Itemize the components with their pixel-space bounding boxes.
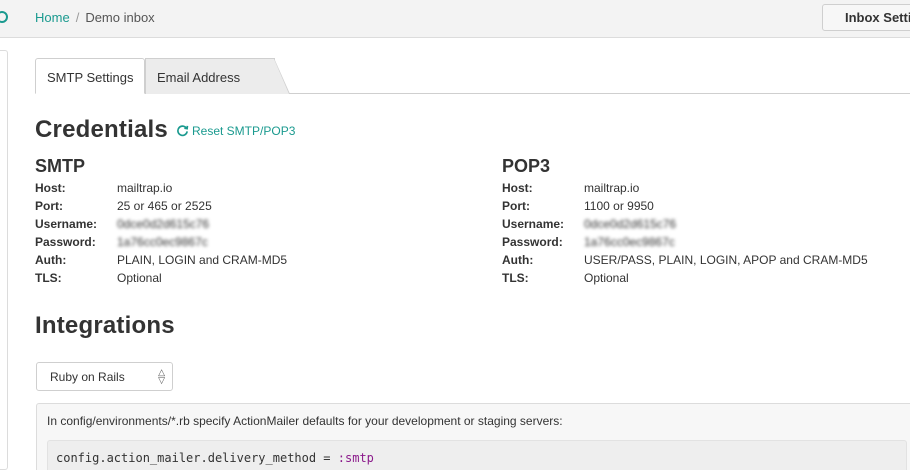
smtp-tls-row: TLS: Optional xyxy=(35,271,287,289)
smtp-tls-value: Optional xyxy=(117,271,162,285)
integration-instructions: In config/environments/*.rb specify Acti… xyxy=(47,414,563,428)
refresh-icon xyxy=(177,125,189,137)
pop3-auth-label: Auth: xyxy=(502,253,534,267)
pop3-username-label: Username: xyxy=(502,217,565,231)
pop3-host-row: Host: mailtrap.io xyxy=(502,181,868,199)
breadcrumb: Home / Demo inbox xyxy=(35,10,155,25)
smtp-port-value: 25 or 465 or 2525 xyxy=(117,199,212,213)
integration-select-value: Ruby on Rails xyxy=(50,370,125,384)
smtp-auth-row: Auth: PLAIN, LOGIN and CRAM-MD5 xyxy=(35,253,287,271)
tab-bar: SMTP Settings Email Address xyxy=(35,58,910,94)
pop3-host-label: Host: xyxy=(502,181,533,195)
top-bar: Home / Demo inbox Inbox Settings xyxy=(0,0,910,38)
pop3-username-row: Username: 0dce0d2d615c76 xyxy=(502,217,868,235)
code-text: config.action_mailer.delivery_method = xyxy=(56,451,338,465)
smtp-auth-value: PLAIN, LOGIN and CRAM-MD5 xyxy=(117,253,288,267)
integration-panel: In config/environments/*.rb specify Acti… xyxy=(36,403,910,470)
inbox-settings-button[interactable]: Inbox Settings xyxy=(822,4,910,31)
smtp-heading: SMTP xyxy=(35,156,86,176)
pop3-password-label: Password: xyxy=(502,235,563,249)
tab-smtp-settings[interactable]: SMTP Settings xyxy=(35,58,145,94)
pop3-auth-value: USER/PASS, PLAIN, LOGIN, APOP and CRAM-M… xyxy=(584,253,868,267)
smtp-credentials: SMTP Host: mailtrap.io Port: 25 or 465 or … xyxy=(35,156,287,289)
smtp-password-label: Password: xyxy=(35,235,96,249)
tab-email-address[interactable]: Email Address xyxy=(145,58,290,94)
breadcrumb-home-link[interactable]: Home xyxy=(35,10,70,25)
pop3-port-value: 1100 or 9950 xyxy=(584,199,654,213)
pop3-port-label: Port: xyxy=(502,199,530,213)
pop3-host-value: mailtrap.io xyxy=(584,181,640,195)
smtp-username-row: Username: 0dce0d2d615c76 xyxy=(35,217,287,235)
pop3-password-value: 1a76cc0ec9867c xyxy=(584,235,675,249)
pop3-username-value: 0dce0d2d615c76 xyxy=(584,217,677,231)
smtp-port-row: Port: 25 or 465 or 2525 xyxy=(35,199,287,217)
smtp-port-label: Port: xyxy=(35,199,63,213)
pop3-credentials: POP3 Host: mailtrap.io Port: 1100 or 9950 … xyxy=(502,156,868,289)
pop3-auth-row: Auth: USER/PASS, PLAIN, LOGIN, APOP and C… xyxy=(502,253,868,271)
code-block[interactable]: config.action_mailer.delivery_method = :… xyxy=(47,440,907,470)
smtp-auth-label: Auth: xyxy=(35,253,67,267)
integration-select[interactable]: Ruby on Rails △ ▽ xyxy=(36,362,173,391)
select-arrows-icon: △ ▽ xyxy=(158,367,165,385)
refresh-icon[interactable] xyxy=(0,9,10,25)
pop3-tls-row: TLS: Optional xyxy=(502,271,868,289)
smtp-tls-label: TLS: xyxy=(35,271,62,285)
pop3-tls-value: Optional xyxy=(584,271,629,285)
breadcrumb-separator: / xyxy=(75,10,80,25)
credentials-heading: Credentials xyxy=(35,116,168,143)
sidebar-edge xyxy=(0,50,8,470)
smtp-password-value: 1a76cc0ec9867c xyxy=(117,235,208,249)
smtp-host-value: mailtrap.io xyxy=(117,181,173,195)
integrations-heading: Integrations xyxy=(35,312,175,339)
pop3-password-row: Password: 1a76cc0ec9867c xyxy=(502,235,868,253)
reset-smtp-pop3-link[interactable]: Reset SMTP/POP3 xyxy=(176,124,295,138)
smtp-username-label: Username: xyxy=(35,217,98,231)
pop3-tls-label: TLS: xyxy=(502,271,529,285)
pop3-port-row: Port: 1100 or 9950 xyxy=(502,199,868,217)
smtp-host-label: Host: xyxy=(35,181,66,195)
breadcrumb-current: Demo inbox xyxy=(85,10,155,25)
smtp-username-value: 0dce0d2d615c76 xyxy=(117,217,210,231)
smtp-password-row: Password: 1a76cc0ec9867c xyxy=(35,235,287,253)
reset-link-label: Reset SMTP/POP3 xyxy=(192,124,296,138)
smtp-host-row: Host: mailtrap.io xyxy=(35,181,287,199)
pop3-heading: POP3 xyxy=(502,156,551,176)
code-symbol: :smtp xyxy=(337,451,374,465)
